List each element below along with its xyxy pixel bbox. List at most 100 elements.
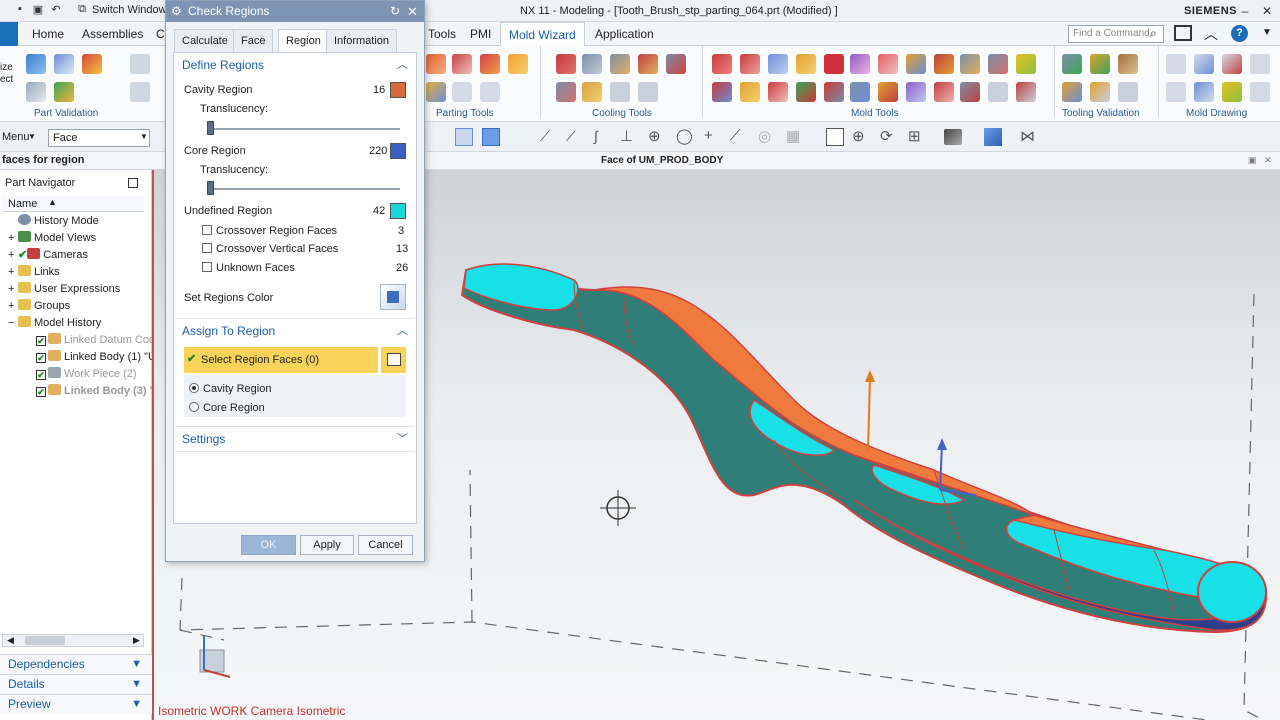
select-region-faces[interactable]: ✔ Select Region Faces (0): [184, 347, 378, 373]
snap-intersection-icon[interactable]: ⟋: [730, 127, 741, 144]
cooling-tool-icon[interactable]: [610, 54, 630, 74]
mold-drawing-icon[interactable]: [1194, 82, 1214, 102]
set-regions-color-button[interactable]: [380, 284, 406, 310]
cooling-tool-icon[interactable]: [638, 82, 658, 102]
define-regions-header[interactable]: Define Regions ︿: [174, 54, 416, 76]
mold-tool-icon[interactable]: [960, 54, 980, 74]
mold-tool-icon[interactable]: [768, 54, 788, 74]
snap-point-icon[interactable]: +: [704, 127, 713, 144]
ok-button[interactable]: OK: [241, 535, 296, 555]
tooling-validation-icon[interactable]: [1090, 54, 1110, 74]
switch-window-label[interactable]: Switch Window: [92, 4, 167, 16]
part-end-cap[interactable]: [1197, 561, 1267, 623]
tooling-validation-icon[interactable]: [1118, 82, 1138, 102]
cooling-tool-icon[interactable]: [610, 82, 630, 102]
snap-grid-icon[interactable]: ▦: [786, 127, 800, 145]
mold-tool-icon[interactable]: [796, 82, 816, 102]
mold-drawing-icon[interactable]: [1166, 82, 1186, 102]
part-validation-tool-icon[interactable]: [26, 82, 46, 102]
mold-drawing-icon[interactable]: [1194, 54, 1214, 74]
core-translucency-slider[interactable]: [208, 188, 400, 190]
mold-drawing-icon[interactable]: [1250, 82, 1270, 102]
parting-tool-icon[interactable]: [452, 82, 472, 102]
cavity-translucency-thumb[interactable]: [207, 121, 214, 135]
apply-button[interactable]: Apply: [300, 535, 354, 555]
snap-line-icon[interactable]: ⟋: [540, 128, 550, 145]
cavity-translucency-slider[interactable]: [208, 128, 400, 130]
mold-tool-icon[interactable]: [1016, 54, 1036, 74]
mold-tool-icon[interactable]: [740, 82, 760, 102]
cooling-tool-icon[interactable]: [582, 54, 602, 74]
view-cube-icon[interactable]: [984, 128, 1002, 146]
crossover-region-faces-checkbox[interactable]: [202, 225, 212, 235]
mold-tool-icon[interactable]: [934, 82, 954, 102]
select-faces-button[interactable]: [380, 347, 406, 373]
cooling-tool-icon[interactable]: [638, 54, 658, 74]
nav-item-linked-body-3[interactable]: ✔ Linked Body (3) ": [36, 383, 155, 400]
checkbox-checked[interactable]: ✔: [36, 353, 46, 363]
nav-item-history-mode[interactable]: History Mode: [8, 213, 99, 230]
file-menu-button[interactable]: [0, 22, 18, 46]
part-validation-tool-icon[interactable]: [82, 54, 102, 74]
tab-calculate[interactable]: Calculate: [174, 29, 236, 52]
tab-pmi[interactable]: PMI: [462, 22, 499, 46]
parting-tool-icon[interactable]: [426, 54, 446, 74]
pull-direction-arrow[interactable]: [865, 370, 875, 451]
rotate-icon[interactable]: ⟳: [880, 127, 893, 145]
nav-item-linked-datum[interactable]: ✔ Linked Datum Coo: [36, 332, 155, 349]
minimize-icon[interactable]: –: [1236, 3, 1254, 19]
zoom-icon[interactable]: ⊕: [852, 127, 865, 145]
mold-tool-icon[interactable]: [768, 82, 788, 102]
cooling-tool-icon[interactable]: [556, 54, 576, 74]
cavity-color-swatch[interactable]: [390, 82, 406, 98]
mold-tool-icon[interactable]: [850, 82, 870, 102]
ribbon-options-icon[interactable]: ▼: [1262, 27, 1272, 38]
details-panel-header[interactable]: Details ▼: [0, 674, 152, 694]
mold-tool-icon[interactable]: [906, 54, 926, 74]
mold-tool-icon[interactable]: [824, 54, 844, 74]
tab-mold-wizard[interactable]: Mold Wizard: [500, 22, 585, 46]
dependencies-panel-header[interactable]: Dependencies ▼: [0, 654, 152, 674]
viewport-close-icon[interactable]: ✕: [1264, 155, 1272, 166]
reset-icon[interactable]: ↻: [390, 1, 400, 22]
mold-tool-icon[interactable]: [850, 54, 870, 74]
core-region-option[interactable]: Core Region: [203, 402, 265, 414]
tab-application[interactable]: Application: [587, 22, 662, 46]
snap-arc-icon[interactable]: ⊥: [620, 127, 633, 145]
mold-tool-icon[interactable]: [712, 82, 732, 102]
parting-tool-icon[interactable]: [452, 54, 472, 74]
fullscreen-icon[interactable]: [1174, 25, 1192, 41]
nav-item-links[interactable]: + Links: [8, 264, 60, 281]
help-icon[interactable]: ?: [1231, 25, 1248, 42]
cooling-tool-icon[interactable]: [666, 54, 686, 74]
cavity-region-radio[interactable]: [189, 383, 199, 393]
mold-tool-icon[interactable]: [988, 82, 1008, 102]
tab-home[interactable]: Home: [24, 22, 72, 46]
save-icon[interactable]: ▪: [12, 3, 28, 19]
parting-tool-icon[interactable]: [426, 82, 446, 102]
render-style-icon[interactable]: [944, 129, 962, 145]
parting-tool-icon[interactable]: [508, 54, 528, 74]
save-all-icon[interactable]: ▣: [30, 3, 46, 19]
mold-tool-icon[interactable]: [1016, 82, 1036, 102]
tab-information[interactable]: Information: [326, 29, 398, 52]
tooling-validation-icon[interactable]: [1118, 54, 1138, 74]
mold-tool-icon[interactable]: [906, 82, 926, 102]
tooling-validation-icon[interactable]: [1090, 82, 1110, 102]
snap-center-icon[interactable]: ⊕: [648, 127, 661, 145]
tooling-validation-icon[interactable]: [1062, 54, 1082, 74]
settings-header[interactable]: Settings ﹀: [174, 428, 416, 450]
chevron-down-icon[interactable]: ▼: [140, 132, 148, 141]
column-header-name[interactable]: Name ▲: [2, 196, 144, 212]
fit-view-icon[interactable]: [826, 128, 844, 146]
nav-item-work-piece[interactable]: ✔ Work Piece (2): [36, 366, 137, 383]
cavity-region-option[interactable]: Cavity Region: [203, 383, 271, 395]
close-window-icon[interactable]: ✕: [1258, 3, 1276, 19]
core-color-swatch[interactable]: [390, 143, 406, 159]
undefined-color-swatch[interactable]: [390, 203, 406, 219]
viewport-restore-icon[interactable]: ▣: [1248, 155, 1257, 166]
search-icon[interactable]: ⌕: [1150, 26, 1157, 41]
tooling-validation-icon[interactable]: [1062, 82, 1082, 102]
mold-drawing-icon[interactable]: [1222, 82, 1242, 102]
snap-endpoint-icon[interactable]: ⟋: [566, 128, 576, 145]
